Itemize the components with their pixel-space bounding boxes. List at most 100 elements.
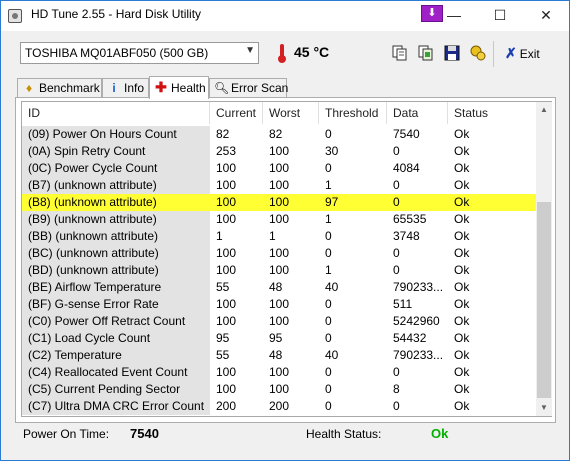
cell-worst: 100 bbox=[269, 314, 290, 328]
cell-status: Ok bbox=[454, 297, 470, 311]
cell-status: Ok bbox=[454, 263, 470, 277]
table-row[interactable]: (B9) (unknown attribute) 100 100 1 65535 Ok bbox=[22, 211, 536, 228]
app-icon bbox=[8, 9, 22, 23]
scrollbar-thumb[interactable] bbox=[537, 202, 551, 398]
options-icon[interactable] bbox=[468, 43, 488, 63]
column-header-data[interactable]: Data bbox=[387, 102, 448, 124]
table-row[interactable]: (C0) Power Off Retract Count 100 100 0 52429… bbox=[22, 313, 536, 330]
cell-status: Ok bbox=[454, 178, 470, 192]
table-row[interactable]: (BE) Airflow Temperature 55 48 40 790233... O… bbox=[22, 279, 536, 296]
cell-current: 100 bbox=[216, 161, 237, 175]
cell-worst: 100 bbox=[269, 212, 290, 226]
cell-data: 54432 bbox=[393, 331, 427, 345]
cell-status: Ok bbox=[454, 314, 470, 328]
cell-data: 0 bbox=[393, 263, 400, 277]
cell-threshold: 0 bbox=[325, 127, 332, 141]
cell-status: Ok bbox=[454, 161, 470, 175]
column-header-status[interactable]: Status bbox=[448, 102, 536, 124]
cell-current: 100 bbox=[216, 314, 237, 328]
cell-data: 7540 bbox=[393, 127, 420, 141]
scroll-down-icon[interactable]: ▼ bbox=[536, 400, 552, 416]
column-header-worst[interactable]: Worst bbox=[263, 102, 319, 124]
close-button[interactable]: ✕ bbox=[523, 1, 569, 31]
drive-select[interactable]: TOSHIBA MQ01ABF050 (500 GB) ▼ bbox=[20, 42, 259, 64]
cell-data: 0 bbox=[387, 194, 448, 211]
cell-id: (0C) Power Cycle Count bbox=[22, 160, 210, 177]
cell-current: 55 bbox=[216, 348, 230, 362]
vertical-scrollbar[interactable]: ▲ ▼ bbox=[536, 102, 552, 416]
copy-all-icon[interactable] bbox=[416, 43, 436, 63]
cell-worst: 100 bbox=[269, 263, 290, 277]
cell-threshold: 0 bbox=[325, 246, 332, 260]
health-status-value: Ok bbox=[431, 426, 449, 441]
table-row[interactable]: (B8) (unknown attribute) 100 100 97 0 Ok bbox=[22, 194, 536, 211]
health-icon: ✚ bbox=[155, 79, 167, 95]
cell-status: Ok bbox=[454, 399, 470, 413]
cell-worst: 95 bbox=[269, 331, 283, 345]
table-row[interactable]: (C2) Temperature 55 48 40 790233... Ok bbox=[22, 347, 536, 364]
save-icon[interactable] bbox=[442, 43, 462, 63]
table-row[interactable]: (09) Power On Hours Count 82 82 0 7540 Ok bbox=[22, 126, 536, 143]
cell-data: 0 bbox=[393, 399, 400, 413]
table-header: ID Current Worst Threshold Data Status bbox=[22, 102, 536, 124]
tab-health[interactable]: ✚ Health bbox=[149, 76, 209, 99]
cell-current: 100 bbox=[216, 297, 237, 311]
cell-id: (BC) (unknown attribute) bbox=[22, 245, 210, 262]
table-row[interactable]: (C7) Ultra DMA CRC Error Count 200 200 0 0 Ok bbox=[22, 398, 536, 415]
tab-info[interactable]: i Info bbox=[102, 78, 149, 98]
cell-current: 253 bbox=[216, 144, 237, 158]
cell-worst: 48 bbox=[269, 280, 283, 294]
exit-button[interactable]: ✗ Exit bbox=[505, 45, 540, 62]
tab-info-label: Info bbox=[124, 81, 145, 95]
column-header-threshold[interactable]: Threshold bbox=[319, 102, 387, 124]
cell-current: 1 bbox=[216, 229, 223, 243]
scroll-up-icon[interactable]: ▲ bbox=[536, 102, 552, 118]
cell-current: 200 bbox=[216, 399, 237, 413]
table-row[interactable]: (C1) Load Cycle Count 95 95 0 54432 Ok bbox=[22, 330, 536, 347]
app-window: HD Tune 2.55 - Hard Disk Utility ⬇ — ☐ ✕… bbox=[0, 0, 570, 461]
cell-id: (0A) Spin Retry Count bbox=[22, 143, 210, 160]
cell-current: 82 bbox=[216, 127, 230, 141]
cell-data: 0 bbox=[393, 246, 400, 260]
table-row[interactable]: (BC) (unknown attribute) 100 100 0 0 Ok bbox=[22, 245, 536, 262]
cell-current: 100 bbox=[216, 365, 237, 379]
table-row[interactable]: (BD) (unknown attribute) 100 100 1 0 Ok bbox=[22, 262, 536, 279]
cell-data: 0 bbox=[393, 365, 400, 379]
column-header-id[interactable]: ID bbox=[22, 102, 210, 124]
table-row[interactable]: (C4) Reallocated Event Count 100 100 0 0 Ok bbox=[22, 364, 536, 381]
cell-id: (BB) (unknown attribute) bbox=[22, 228, 210, 245]
health-status-label: Health Status: bbox=[306, 427, 382, 441]
cell-status: Ok bbox=[448, 194, 536, 211]
cell-worst: 48 bbox=[269, 348, 283, 362]
cell-threshold: 0 bbox=[325, 365, 332, 379]
cell-status: Ok bbox=[454, 280, 470, 294]
cell-id: (BE) Airflow Temperature bbox=[22, 279, 210, 296]
table-row[interactable]: (0C) Power Cycle Count 100 100 0 4084 Ok bbox=[22, 160, 536, 177]
cell-threshold: 0 bbox=[325, 229, 332, 243]
cell-current: 95 bbox=[216, 331, 230, 345]
table-row[interactable]: (BF) G-sense Error Rate 100 100 0 511 Ok bbox=[22, 296, 536, 313]
cell-worst: 100 bbox=[269, 144, 290, 158]
exit-label: Exit bbox=[519, 47, 540, 61]
cell-current: 100 bbox=[216, 178, 237, 192]
table-row[interactable]: (C5) Current Pending Sector 100 100 0 8 Ok bbox=[22, 381, 536, 398]
minimize-button[interactable]: — bbox=[431, 1, 477, 31]
copy-icon[interactable] bbox=[390, 43, 410, 63]
tab-error-scan[interactable]: 🔍︎ Error Scan bbox=[209, 78, 288, 98]
table-row[interactable]: (0A) Spin Retry Count 253 100 30 0 Ok bbox=[22, 143, 536, 160]
maximize-button[interactable]: ☐ bbox=[477, 1, 523, 31]
benchmark-icon: ♦ bbox=[25, 81, 33, 95]
table-row[interactable]: (B7) (unknown attribute) 100 100 1 0 Ok bbox=[22, 177, 536, 194]
tab-benchmark[interactable]: ♦ Benchmark bbox=[17, 78, 102, 98]
cell-id: (C5) Current Pending Sector bbox=[22, 381, 210, 398]
cell-data: 4084 bbox=[393, 161, 420, 175]
smart-table: ID Current Worst Threshold Data Status (… bbox=[21, 101, 552, 417]
column-header-current[interactable]: Current bbox=[210, 102, 263, 124]
health-panel: ID Current Worst Threshold Data Status (… bbox=[15, 97, 556, 423]
cell-threshold: 40 bbox=[325, 280, 339, 294]
cell-worst: 100 bbox=[263, 194, 319, 211]
window-title: HD Tune 2.55 - Hard Disk Utility bbox=[31, 7, 202, 21]
table-row[interactable]: (BB) (unknown attribute) 1 1 0 3748 Ok bbox=[22, 228, 536, 245]
cell-data: 5242960 bbox=[393, 314, 440, 328]
cell-worst: 100 bbox=[269, 297, 290, 311]
